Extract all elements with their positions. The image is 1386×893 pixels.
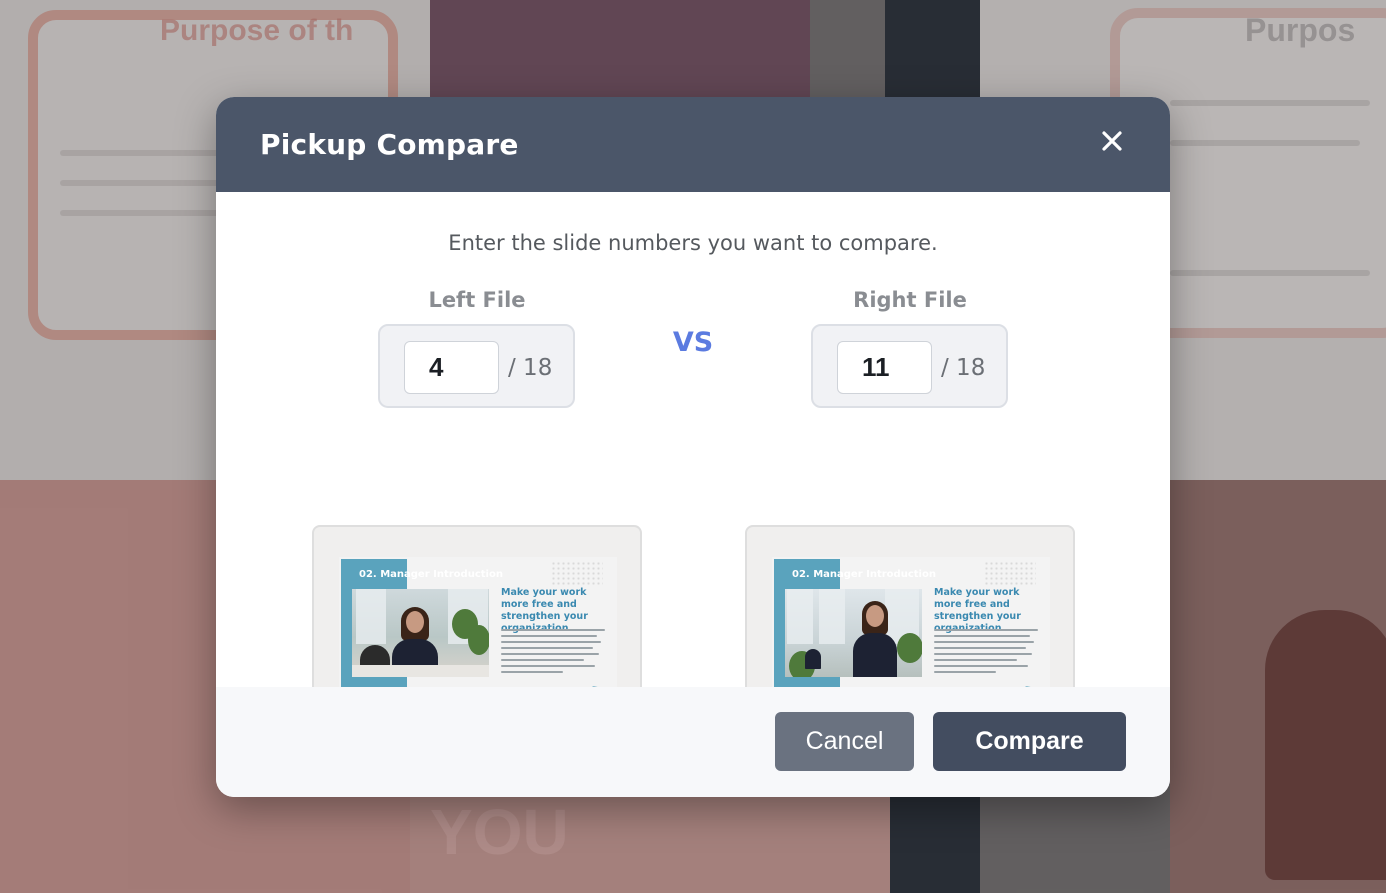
dialog-header: Pickup Compare bbox=[216, 97, 1170, 192]
photo-window bbox=[819, 589, 845, 644]
slide-dot-pattern bbox=[551, 561, 603, 585]
dialog-body: Enter the slide numbers you want to comp… bbox=[216, 192, 1170, 744]
vs-label: VS bbox=[672, 327, 714, 358]
close-button[interactable] bbox=[1098, 127, 1126, 155]
photo-table bbox=[352, 665, 489, 677]
photo-plant bbox=[897, 633, 922, 663]
slide-dot-pattern bbox=[984, 561, 1036, 585]
slide-title: Make your work more free and strengthen … bbox=[934, 587, 1021, 634]
pickup-compare-dialog: Pickup Compare Enter the slide numbers y… bbox=[216, 97, 1170, 797]
left-slide-number-box: / 18 bbox=[378, 324, 575, 408]
right-slide-number-input[interactable] bbox=[837, 341, 932, 394]
photo-person-head bbox=[866, 605, 884, 627]
slide-body-text bbox=[501, 629, 605, 677]
slide-photo-office bbox=[785, 589, 922, 677]
photo-window bbox=[787, 589, 813, 644]
slide-photo-meeting bbox=[352, 589, 489, 677]
left-file-label: Left File bbox=[428, 288, 526, 312]
photo-person-body bbox=[853, 633, 897, 677]
slide-body-text bbox=[934, 629, 1038, 677]
photo-person-body bbox=[805, 649, 821, 669]
dialog-title: Pickup Compare bbox=[260, 128, 519, 161]
compare-button[interactable]: Compare bbox=[933, 712, 1126, 771]
left-slide-total: / 18 bbox=[508, 355, 553, 381]
right-slide-total: / 18 bbox=[941, 355, 986, 381]
instruction-text: Enter the slide numbers you want to comp… bbox=[448, 231, 938, 255]
slide-header: 02. Manager Introduction bbox=[792, 569, 936, 580]
close-icon bbox=[1102, 131, 1122, 151]
left-slide-number-input[interactable] bbox=[404, 341, 499, 394]
right-file-label: Right File bbox=[853, 288, 967, 312]
dialog-footer: Cancel Compare bbox=[216, 687, 1170, 797]
slide-title: Make your work more free and strengthen … bbox=[501, 587, 588, 634]
slide-header: 02. Manager Introduction bbox=[359, 569, 503, 580]
cancel-button[interactable]: Cancel bbox=[775, 712, 914, 771]
right-slide-number-box: / 18 bbox=[811, 324, 1008, 408]
photo-person-head bbox=[406, 611, 424, 633]
photo-plant bbox=[468, 625, 489, 655]
photo-window bbox=[356, 589, 386, 644]
